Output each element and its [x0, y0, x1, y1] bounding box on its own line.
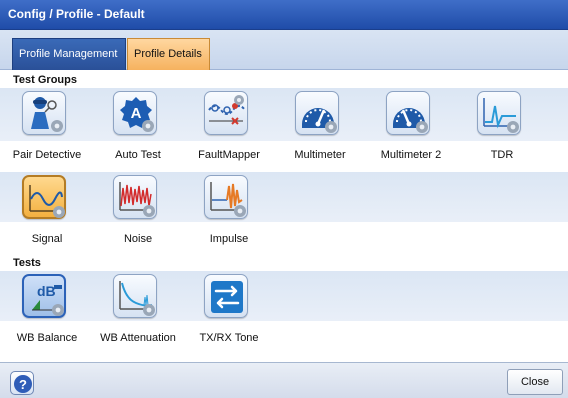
- multimeter-icon: [295, 91, 339, 135]
- pair-detective-label: Pair Detective: [12, 149, 82, 161]
- tx-rx-tone-label: TX/RX Tone: [199, 332, 259, 344]
- wb-balance-tile[interactable]: dB WB Balance: [2, 274, 92, 346]
- wb-balance-label: WB Balance: [16, 332, 78, 344]
- signal-label: Signal: [31, 233, 63, 245]
- tests-heading: Tests: [13, 257, 41, 269]
- tab-profile-management[interactable]: Profile Management: [12, 38, 126, 70]
- bottom-bar: ? Close: [0, 362, 568, 398]
- close-button[interactable]: Close: [507, 369, 563, 395]
- faultmapper-label: FaultMapper: [198, 149, 260, 161]
- noise-icon: [113, 175, 157, 219]
- help-icon[interactable]: ?: [10, 371, 34, 395]
- auto-test-icon: A: [113, 91, 157, 135]
- tx-rx-tone-tile[interactable]: TX/RX Tone: [184, 274, 274, 346]
- tdr-tile[interactable]: TDR: [457, 91, 547, 163]
- profile-details-panel: Test Groups Pair Detective A Auto Test F…: [0, 71, 568, 362]
- impulse-icon: [204, 175, 248, 219]
- svg-text:?: ?: [19, 377, 27, 392]
- pair-detective-tile[interactable]: Pair Detective: [2, 91, 92, 163]
- impulse-tile[interactable]: Impulse: [184, 175, 274, 247]
- multimeter-2-label: Multimeter 2: [380, 149, 442, 161]
- wb-attenuation-tile[interactable]: WB Attenuation: [93, 274, 183, 346]
- tab-profile-details[interactable]: Profile Details: [127, 38, 210, 70]
- auto-test-tile[interactable]: A Auto Test: [93, 91, 183, 163]
- svg-text:A: A: [131, 105, 142, 122]
- svg-text:dB: dB: [37, 283, 56, 299]
- wb-balance-icon: dB: [22, 274, 66, 318]
- faultmapper-icon: [204, 91, 248, 135]
- multimeter-2-tile[interactable]: Multimeter 2: [366, 91, 456, 163]
- noise-tile[interactable]: Noise: [93, 175, 183, 247]
- multimeter-2-icon: [386, 91, 430, 135]
- faultmapper-tile[interactable]: FaultMapper: [184, 91, 274, 163]
- tx-rx-tone-icon: [204, 274, 248, 318]
- title-bar: Config / Profile - Default: [0, 0, 568, 30]
- signal-tile[interactable]: Signal: [2, 175, 92, 247]
- auto-test-label: Auto Test: [115, 149, 161, 161]
- test-groups-heading: Test Groups: [13, 74, 77, 86]
- wb-attenuation-icon: [113, 274, 157, 318]
- impulse-label: Impulse: [209, 233, 249, 245]
- multimeter-tile[interactable]: Multimeter: [275, 91, 365, 163]
- tdr-icon: [477, 91, 521, 135]
- tdr-label: TDR: [490, 149, 514, 161]
- multimeter-label: Multimeter: [294, 149, 346, 161]
- window-title: Config / Profile - Default: [8, 7, 145, 21]
- noise-label: Noise: [123, 233, 153, 245]
- pair-detective-icon: [22, 91, 66, 135]
- wb-attenuation-label: WB Attenuation: [100, 332, 176, 344]
- tab-strip: Profile Management Profile Details: [0, 30, 568, 70]
- signal-icon: [22, 175, 66, 219]
